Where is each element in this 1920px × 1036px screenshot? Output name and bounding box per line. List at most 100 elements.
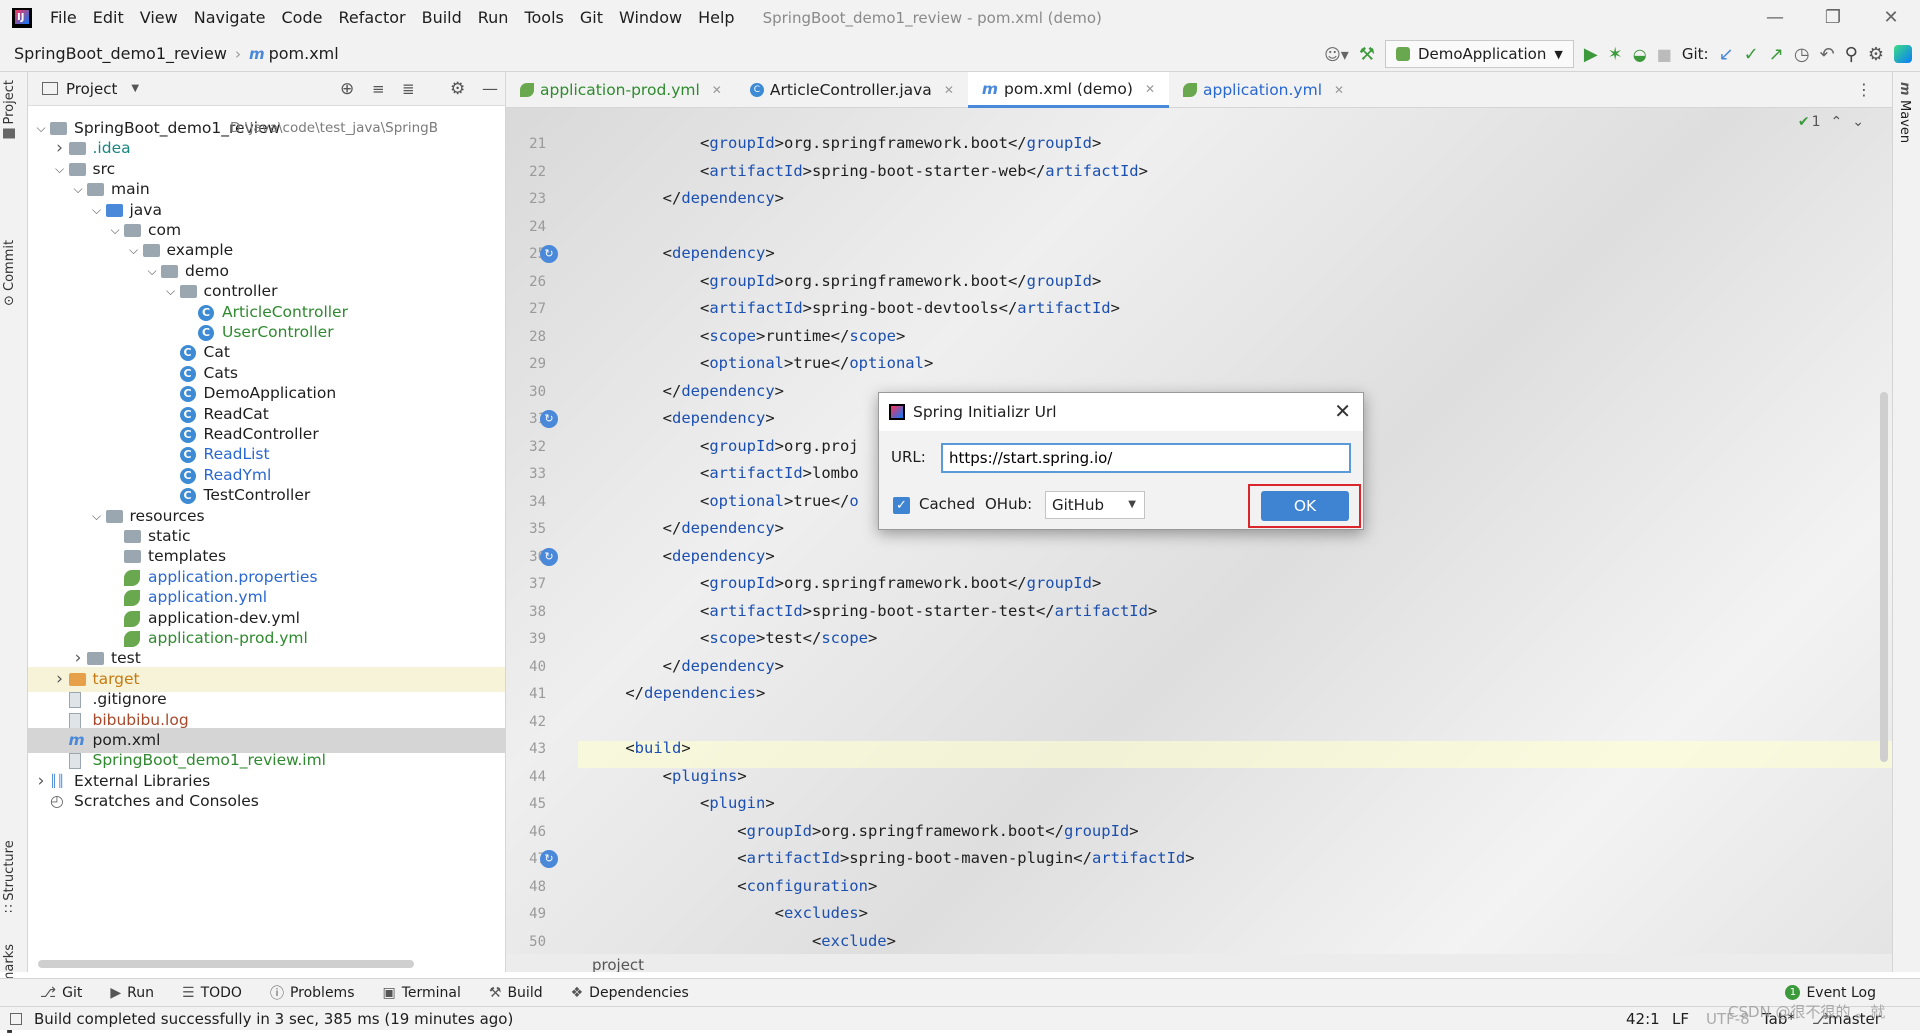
dependency-gutter-icon[interactable]: ↻ [540,547,558,566]
project-scrollbar[interactable] [38,960,414,968]
dependency-gutter-icon[interactable]: ↻ [540,245,558,263]
git-tool-button[interactable]: ⎇ Git [26,985,96,1001]
line-number: 48 [529,878,546,895]
ohub-select[interactable]: GitHub ▼ [1045,491,1145,519]
menu-git[interactable]: Git [572,0,611,36]
code-line: <scope>runtime</scope> [588,326,906,345]
maven-tool-tab[interactable]: m Maven [1897,82,1912,143]
dependency-gutter-icon[interactable]: ↻ [540,410,558,428]
history-icon[interactable]: ◷ [1794,44,1810,65]
hide-panel-icon[interactable]: — [482,79,498,98]
panel-settings-icon[interactable]: ⚙ [450,79,465,99]
inspection-widget[interactable]: ✔ 1 ⌃ ⌄ [1798,114,1864,130]
menu-view[interactable]: View [132,0,186,36]
file-icon [68,753,81,770]
problems-icon: ⓘ [269,985,284,1002]
run-tool-button[interactable]: ▶ Run [96,985,168,1001]
menu-bar: IJ File Edit View Navigate Code Refactor… [0,0,1920,36]
build-tool-button[interactable]: ⚒ Build [475,985,557,1001]
expand-all-icon[interactable]: ≡ [372,80,385,98]
close-tab-icon[interactable]: ✕ [712,72,722,108]
rollback-icon[interactable]: ↶ [1820,44,1835,65]
status-toggle-icon[interactable] [10,1012,22,1025]
tab-application-yml[interactable]: application.yml ✕ [1169,72,1358,108]
line-number: 22 [529,163,546,180]
chevron-down-icon[interactable]: ⌄ [1852,114,1864,130]
project-view-select[interactable]: Project [66,80,117,98]
tree-item-scratches-and-consoles[interactable]: ◴ Scratches and Consoles [28,789,505,814]
build-hammer-icon[interactable]: ⚒ [1359,44,1375,65]
folder-icon [161,264,178,278]
chevron-up-icon[interactable]: ⌃ [1831,114,1843,130]
minimize-icon[interactable]: — [1746,0,1804,36]
file-icon [68,692,81,709]
tab-article-controller-java[interactable]: C ArticleController.java ✕ [736,72,968,108]
user-icon[interactable]: ☺▾ [1324,45,1349,64]
problems-tool-button[interactable]: ⓘ Problems [256,983,369,1003]
settings-gear-icon[interactable]: ⚙ [1868,44,1884,65]
dependency-gutter-icon[interactable]: ↻ [540,850,558,868]
editor-scrollbar[interactable] [1880,392,1888,762]
run-configuration-select[interactable]: DemoApplication ▼ [1384,40,1574,68]
debug-icon[interactable]: ✶ [1608,44,1623,65]
file-icon [68,712,81,729]
more-tabs-icon[interactable]: ⋮ [1856,80,1872,99]
close-dialog-icon[interactable]: ✕ [1334,399,1351,423]
close-tab-icon[interactable]: ✕ [1334,72,1344,108]
locate-icon[interactable]: ⊕ [340,79,354,99]
tab-pom-xml[interactable]: m pom.xml (demo) ✕ [967,72,1169,108]
menu-navigate[interactable]: Navigate [186,0,274,36]
git-commit-icon[interactable]: ✓ [1744,44,1759,65]
spring-config-icon [124,610,140,627]
git-push-icon[interactable]: ↗ [1769,44,1784,65]
right-tool-strip: m Maven [1892,72,1920,972]
stop-icon[interactable]: ■ [1657,45,1672,64]
bottom-tool-bar: ⎇ Git ▶ Run ☰ TODO ⓘ Problems ▣ Terminal… [0,978,1920,1006]
restore-icon[interactable]: ❐ [1804,0,1862,36]
menu-file[interactable]: File [42,0,85,36]
close-tab-icon[interactable]: ✕ [944,72,954,108]
project-tool-tab[interactable]: Project [2,80,17,139]
terminal-icon: ▣ [382,984,396,1001]
breadcrumb-file[interactable]: pom.xml [269,44,339,63]
structure-tab-label: Structure [2,840,17,901]
commit-tool-tab[interactable]: ⊙ Commit [2,240,17,306]
menu-window[interactable]: Window [611,0,690,36]
event-log-button[interactable]: 1 Event Log [1771,985,1890,1001]
breadcrumb-project[interactable]: SpringBoot_demo1_review [14,44,227,63]
menu-help[interactable]: Help [690,0,742,36]
cached-label[interactable]: Cached [919,495,975,513]
chevron-down-icon[interactable]: ▼ [131,83,139,94]
status-message[interactable]: Build completed successfully in 3 sec, 3… [34,1010,513,1028]
terminal-tool-button[interactable]: ▣ Terminal [368,985,474,1001]
menu-code[interactable]: Code [274,0,331,36]
xml-breadcrumb-project[interactable]: project [592,956,644,972]
ok-button[interactable]: OK [1261,491,1349,521]
close-tab-icon[interactable]: ✕ [1145,72,1155,107]
menu-refactor[interactable]: Refactor [330,0,413,36]
cached-checkbox[interactable]: ✓ [893,497,910,514]
tab-application-prod-yml[interactable]: application-prod.yml ✕ [506,72,736,108]
build-tool-label: Build [507,984,543,1001]
search-icon[interactable]: ⚲ [1845,44,1858,65]
toolbox-icon[interactable] [1894,45,1912,63]
git-update-icon[interactable]: ↙ [1719,44,1734,65]
code-line: </dependency> [588,519,784,537]
folder-icon [179,285,197,299]
structure-tool-tab[interactable]: ∷ Structure [2,840,17,913]
breadcrumb-separator-icon: › [234,44,241,63]
menu-tools[interactable]: Tools [516,0,571,36]
todo-tool-button[interactable]: ☰ TODO [168,985,256,1001]
url-input[interactable] [941,443,1351,473]
todo-tool-label: TODO [200,984,242,1001]
menu-edit[interactable]: Edit [85,0,132,36]
run-icon[interactable]: ▶ [1584,44,1598,65]
dependencies-tool-button[interactable]: ❖ Dependencies [557,985,703,1001]
collapse-all-icon[interactable]: ≣ [402,80,415,98]
caret-position[interactable]: 42:1 [1626,1010,1660,1028]
menu-run[interactable]: Run [470,0,517,36]
close-window-icon[interactable]: ✕ [1862,0,1920,36]
line-separator[interactable]: LF [1672,1010,1689,1028]
coverage-icon[interactable]: ◒ [1633,45,1647,64]
menu-build[interactable]: Build [414,0,470,36]
